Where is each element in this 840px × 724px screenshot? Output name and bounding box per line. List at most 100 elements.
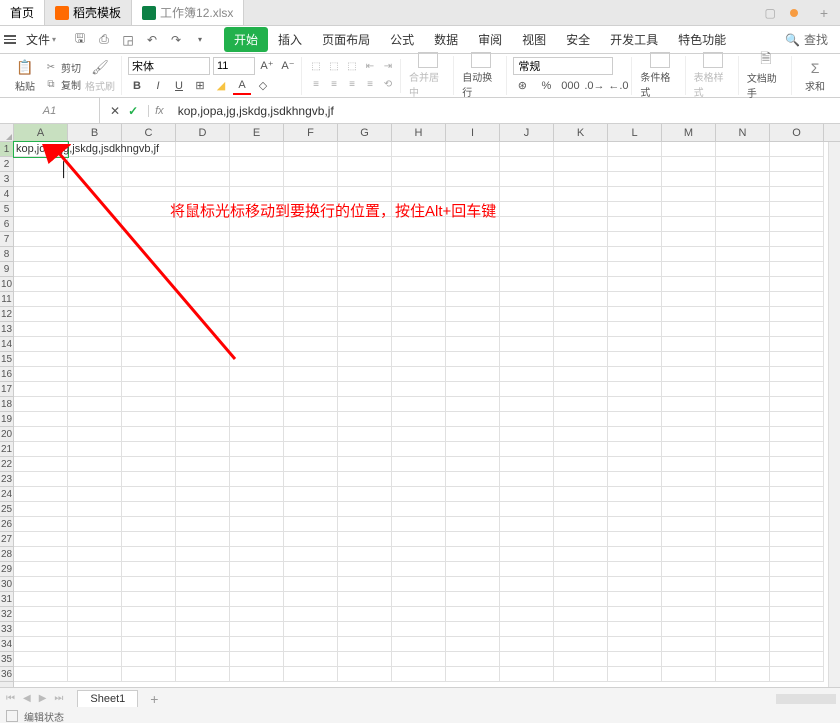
cell[interactable] — [500, 307, 554, 322]
cell[interactable] — [716, 187, 770, 202]
sheet-first-button[interactable]: ⏮ — [4, 693, 17, 704]
row-header-13[interactable]: 13 — [0, 322, 13, 337]
cell[interactable] — [230, 592, 284, 607]
border-button[interactable]: ⊞ — [191, 77, 209, 95]
cell[interactable] — [770, 412, 824, 427]
cell[interactable] — [446, 487, 500, 502]
cell[interactable] — [176, 502, 230, 517]
cell[interactable] — [230, 307, 284, 322]
cell[interactable] — [608, 157, 662, 172]
cell[interactable] — [14, 547, 68, 562]
col-header-e[interactable]: E — [230, 124, 284, 141]
cell[interactable] — [770, 637, 824, 652]
cell[interactable] — [230, 562, 284, 577]
cell[interactable] — [68, 442, 122, 457]
cell[interactable] — [554, 562, 608, 577]
cell[interactable] — [176, 232, 230, 247]
cell[interactable] — [716, 202, 770, 217]
cell[interactable] — [608, 382, 662, 397]
cell[interactable] — [230, 337, 284, 352]
cell[interactable] — [122, 382, 176, 397]
cell[interactable] — [338, 397, 392, 412]
row-header-5[interactable]: 5 — [0, 202, 13, 217]
cell[interactable] — [176, 442, 230, 457]
cell[interactable] — [392, 352, 446, 367]
cell[interactable] — [176, 562, 230, 577]
currency-button[interactable]: ⊛ — [513, 77, 531, 95]
cell[interactable] — [392, 412, 446, 427]
cell[interactable] — [500, 622, 554, 637]
cell[interactable] — [662, 547, 716, 562]
format-painter-button[interactable]: 🖌 格式刷 — [85, 59, 115, 93]
cell[interactable] — [122, 337, 176, 352]
cell[interactable] — [176, 322, 230, 337]
row-header-8[interactable]: 8 — [0, 247, 13, 262]
cell[interactable] — [68, 187, 122, 202]
cell[interactable] — [500, 367, 554, 382]
cell[interactable] — [338, 277, 392, 292]
cell[interactable] — [446, 637, 500, 652]
cell[interactable] — [338, 157, 392, 172]
cell[interactable] — [68, 472, 122, 487]
cell[interactable] — [446, 622, 500, 637]
cell[interactable] — [554, 292, 608, 307]
cell[interactable] — [716, 502, 770, 517]
cell[interactable] — [122, 517, 176, 532]
cell[interactable] — [68, 637, 122, 652]
merge-center-button[interactable]: 合并居中 — [409, 52, 447, 99]
cell[interactable] — [662, 322, 716, 337]
cell[interactable] — [554, 247, 608, 262]
cell[interactable] — [554, 607, 608, 622]
cell[interactable] — [716, 487, 770, 502]
cell[interactable] — [716, 427, 770, 442]
cell[interactable] — [338, 367, 392, 382]
sum-button[interactable]: Σ 求和 — [800, 59, 830, 93]
cell[interactable] — [500, 487, 554, 502]
cell[interactable] — [68, 382, 122, 397]
cell[interactable] — [68, 262, 122, 277]
cell[interactable] — [122, 577, 176, 592]
orientation-button[interactable]: ⟲ — [380, 77, 396, 93]
row-header-7[interactable]: 7 — [0, 232, 13, 247]
cell[interactable] — [770, 277, 824, 292]
select-all-corner[interactable] — [0, 124, 14, 142]
row-header-21[interactable]: 21 — [0, 442, 13, 457]
cell[interactable] — [608, 562, 662, 577]
cell[interactable] — [392, 142, 446, 157]
cell[interactable] — [608, 427, 662, 442]
align-left-button[interactable]: ≡ — [308, 77, 324, 93]
cell[interactable] — [662, 202, 716, 217]
cell[interactable] — [284, 142, 338, 157]
cell[interactable] — [662, 187, 716, 202]
row-header-12[interactable]: 12 — [0, 307, 13, 322]
cell[interactable] — [608, 502, 662, 517]
cell[interactable] — [230, 652, 284, 667]
cell[interactable] — [662, 217, 716, 232]
cell[interactable] — [122, 277, 176, 292]
cell[interactable] — [608, 172, 662, 187]
cell[interactable] — [68, 307, 122, 322]
row-header-18[interactable]: 18 — [0, 397, 13, 412]
cell[interactable] — [284, 262, 338, 277]
cell[interactable] — [122, 397, 176, 412]
menu-devtools[interactable]: 开发工具 — [600, 27, 668, 52]
cell[interactable] — [770, 472, 824, 487]
cell[interactable] — [662, 307, 716, 322]
cell[interactable] — [770, 292, 824, 307]
tab-add[interactable]: + — [808, 5, 840, 21]
cell[interactable] — [338, 337, 392, 352]
cell[interactable] — [662, 667, 716, 682]
cell[interactable] — [554, 277, 608, 292]
align-top-button[interactable]: ⬚ — [308, 59, 324, 75]
cell[interactable] — [14, 667, 68, 682]
cell[interactable] — [662, 607, 716, 622]
cell[interactable] — [392, 382, 446, 397]
cell[interactable] — [554, 592, 608, 607]
cell[interactable] — [68, 562, 122, 577]
cell[interactable] — [284, 382, 338, 397]
cell[interactable] — [284, 517, 338, 532]
cell[interactable] — [446, 247, 500, 262]
cell[interactable] — [284, 157, 338, 172]
cell[interactable] — [446, 142, 500, 157]
cell[interactable] — [338, 232, 392, 247]
